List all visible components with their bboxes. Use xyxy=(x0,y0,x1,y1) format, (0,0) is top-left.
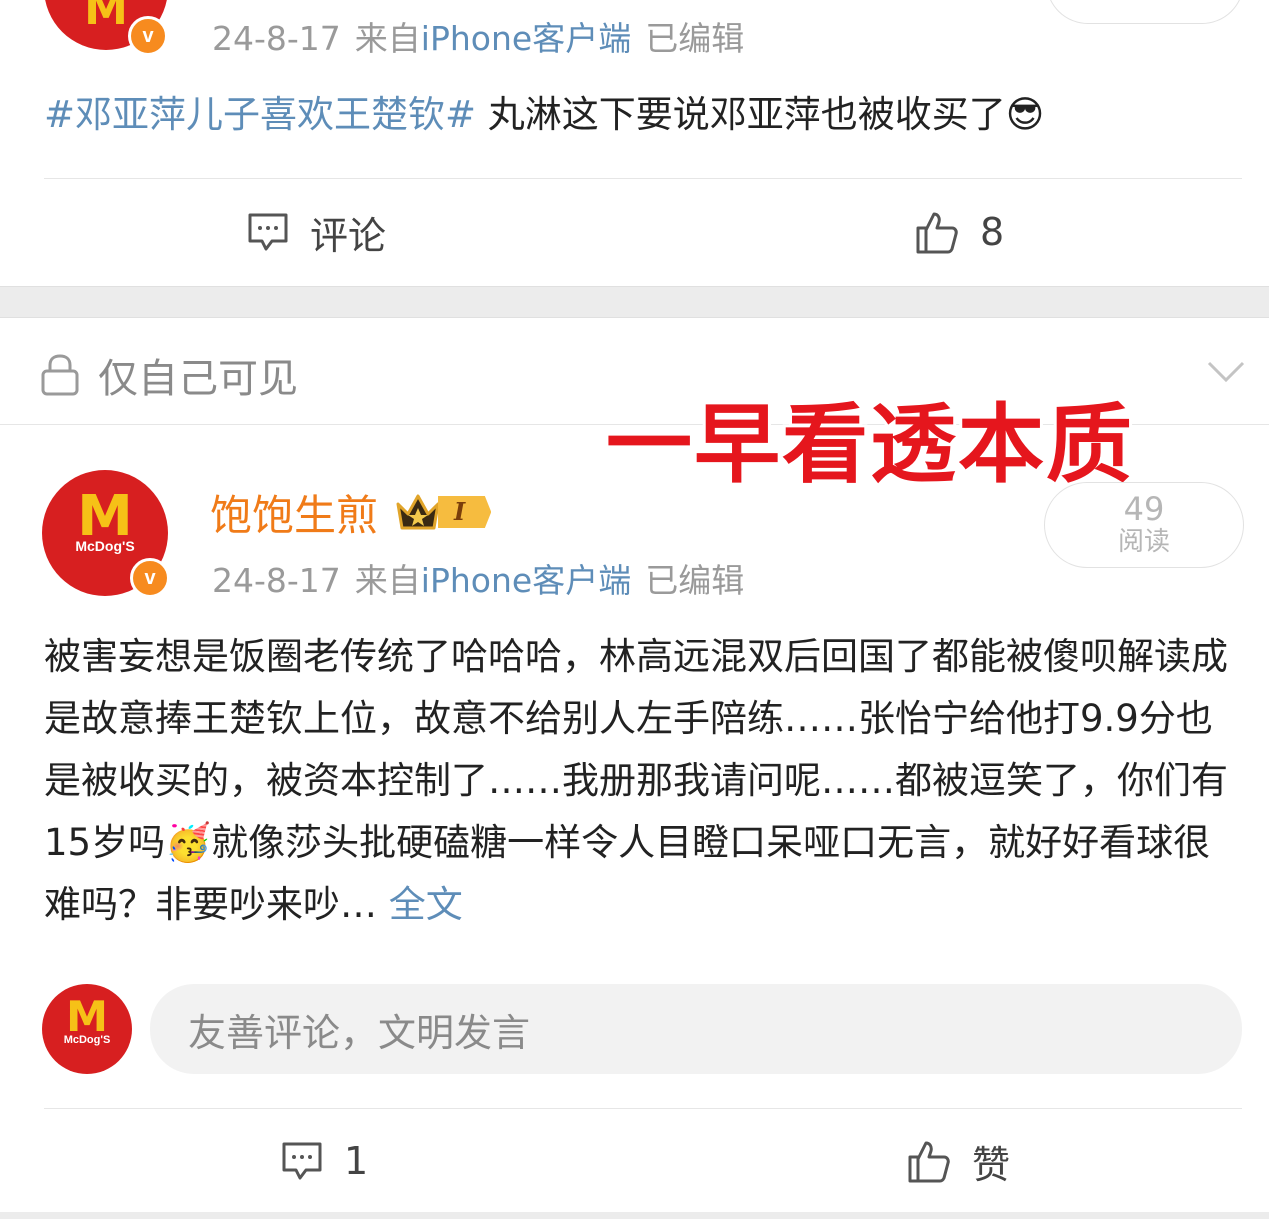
source-prefix: 来自 xyxy=(354,561,421,600)
comment-label: 评论 xyxy=(310,213,387,258)
post-date: 24-8-17 xyxy=(212,19,341,58)
source-prefix: 来自 xyxy=(354,19,421,58)
comment-icon xyxy=(248,213,288,251)
post-text: #邓亚萍儿子喜欢王楚钦# 丸淋这下要说邓亚萍也被收买了😎 xyxy=(44,84,1244,146)
read-count: 49 xyxy=(1123,490,1165,528)
like-count: 8 xyxy=(980,210,1005,254)
source-link[interactable]: iPhone客户端 xyxy=(421,561,631,600)
current-user-avatar[interactable]: M McDog'S xyxy=(42,984,132,1074)
post-text-part2: 就像莎头批硬磕糖一样令人目瞪口呆哑口无言，就好好看球很难吗？非要吵来吵… xyxy=(44,821,1211,926)
comment-icon xyxy=(282,1142,322,1180)
chevron-down-icon[interactable] xyxy=(1206,360,1246,384)
read-count-pill: 49 阅读 xyxy=(1044,482,1244,568)
verified-badge-icon: v xyxy=(130,558,170,598)
divider xyxy=(44,1108,1242,1109)
username[interactable]: 饱饱生煎 xyxy=(210,482,378,543)
avatar-brand: McDog'S xyxy=(75,538,135,554)
feed-separator xyxy=(0,286,1269,318)
party-emoji: 🥳 xyxy=(165,821,212,864)
edited-label: 已编辑 xyxy=(645,19,745,58)
read-count-pill xyxy=(1046,0,1244,24)
edited-label: 已编辑 xyxy=(645,561,745,600)
divider xyxy=(44,178,1242,179)
post-text: 被害妄想是饭圈老传统了哈哈哈，林高远混双后回国了都能被傻呗解读成是故意捧王楚钦上… xyxy=(44,626,1244,936)
full-text-link[interactable]: 全文 xyxy=(389,883,463,926)
verified-badge-icon: v xyxy=(128,16,168,56)
comment-button[interactable]: 评论 xyxy=(246,200,386,264)
post-date: 24-8-17 xyxy=(212,561,341,600)
thumbs-up-icon xyxy=(916,212,958,254)
topic-link[interactable]: #邓亚萍儿子喜欢王楚钦# xyxy=(44,93,476,136)
lock-icon xyxy=(41,354,79,396)
post-meta: 24-8-17 来自iPhone客户端 已编辑 xyxy=(212,12,758,60)
member-level-badge[interactable]: I xyxy=(394,492,492,532)
visibility-row: 仅自己可见 xyxy=(40,342,298,408)
username-row: 饱饱生煎 I xyxy=(210,482,492,543)
comment-button[interactable]: 1 xyxy=(280,1130,368,1192)
like-button[interactable]: 8 xyxy=(912,200,1004,264)
visibility-label: 仅自己可见 xyxy=(98,356,298,402)
avatar-brand: McDog'S xyxy=(63,1034,111,1046)
source-link[interactable]: iPhone客户端 xyxy=(421,19,631,58)
thumbs-up-icon xyxy=(908,1141,950,1183)
like-label: 赞 xyxy=(972,1142,1011,1187)
comment-placeholder: 友善评论，文明发言 xyxy=(188,1010,531,1055)
post-meta: 24-8-17 来自iPhone客户端 已编辑 xyxy=(212,554,758,602)
crown-icon xyxy=(396,494,440,530)
overlay-caption: 一早看透本质 xyxy=(603,392,1135,498)
comment-count: 1 xyxy=(344,1139,369,1183)
comment-input[interactable]: 友善评论，文明发言 xyxy=(150,984,1242,1074)
like-button[interactable]: 赞 xyxy=(904,1130,1010,1192)
member-level: I xyxy=(438,496,492,528)
read-label: 阅读 xyxy=(1117,527,1170,557)
post-text-body: 丸淋这下要说邓亚萍也被收买了 xyxy=(476,93,1006,136)
sunglasses-emoji: 😎 xyxy=(1005,93,1045,136)
feed-separator xyxy=(0,1212,1269,1219)
